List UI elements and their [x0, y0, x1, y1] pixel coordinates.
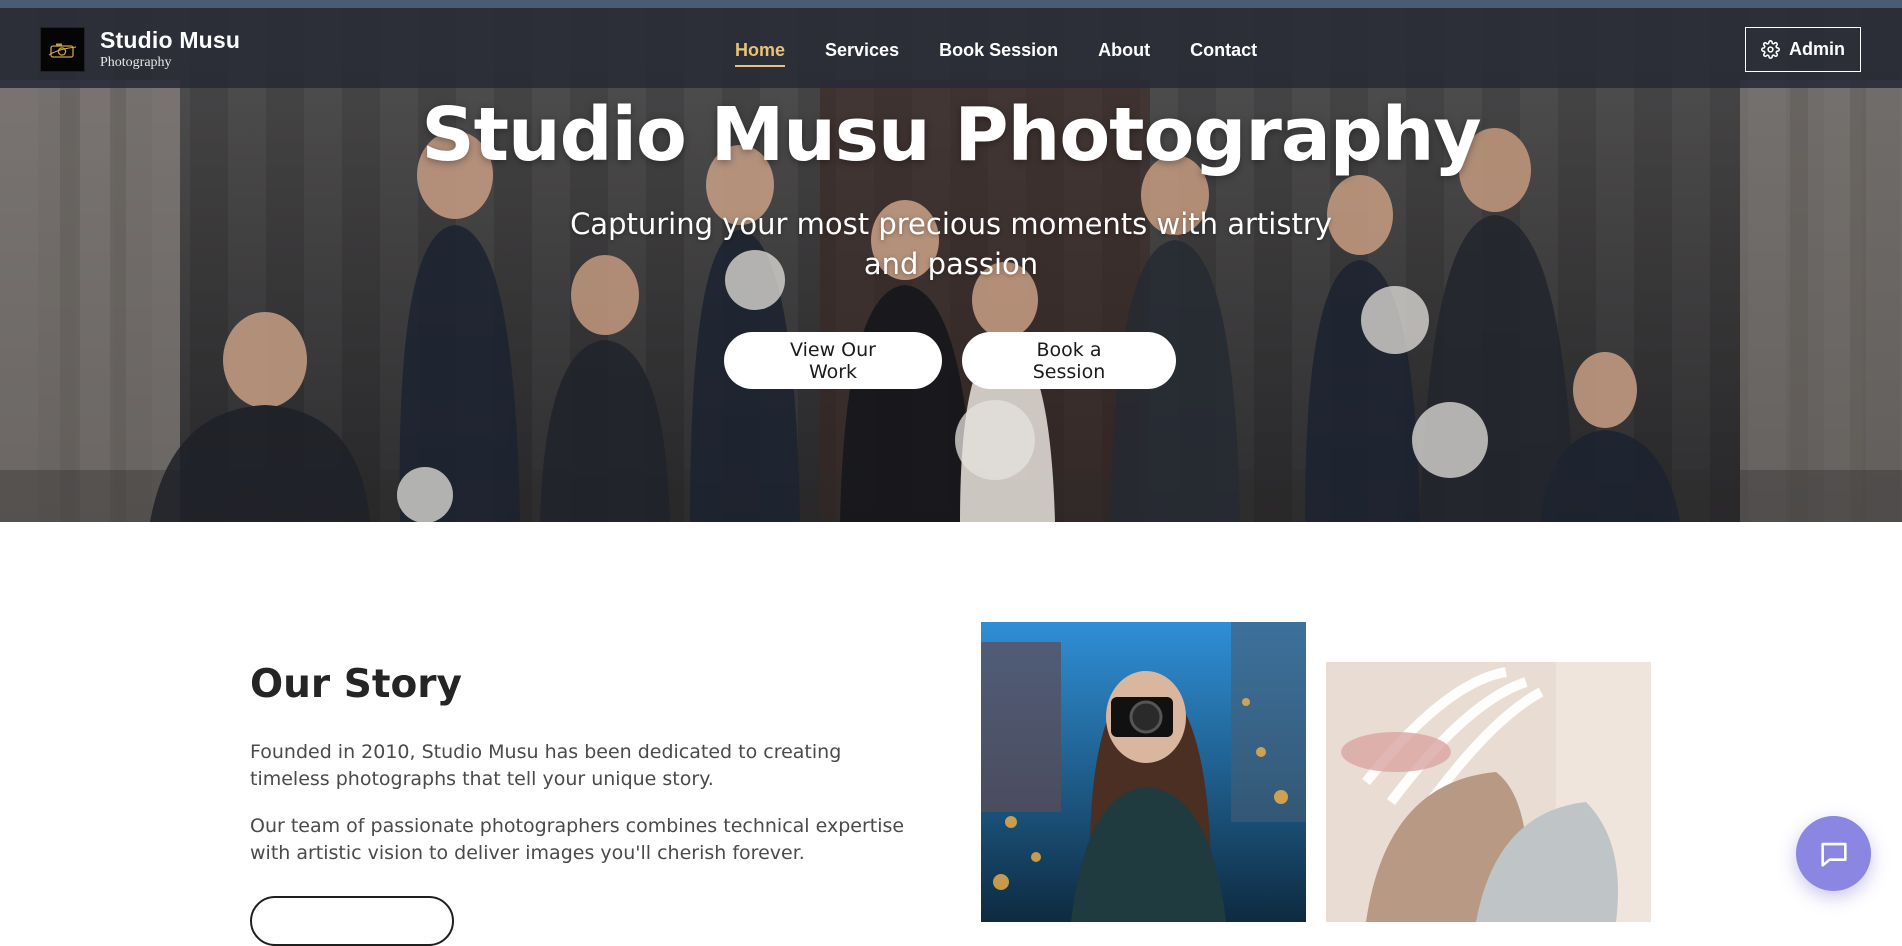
nav-home[interactable]: Home	[735, 40, 786, 67]
story-paragraph-1: Founded in 2010, Studio Musu has been de…	[250, 741, 842, 790]
photographer-image	[981, 622, 1306, 922]
nav-about[interactable]: About	[1098, 40, 1150, 67]
hero-buttons: View Our Work Book a Session	[724, 332, 1176, 389]
view-our-work-button[interactable]: View Our Work	[724, 332, 942, 389]
hero-subtitle: Capturing your most precious moments wit…	[570, 207, 1332, 281]
hangers-photo	[1326, 662, 1651, 922]
nav-contact[interactable]: Contact	[1190, 40, 1257, 67]
brand-name: Studio Musu	[100, 27, 241, 53]
main-nav: Home Services Book Session About Contact	[735, 40, 1257, 67]
gear-icon	[1761, 40, 1780, 59]
brand-text: Studio Musu Photography	[100, 29, 240, 70]
brand-subtitle: Photography	[100, 55, 172, 70]
story-title: Our Story	[250, 662, 462, 707]
story-paragraph-2: Our team of passionate photographers com…	[250, 815, 905, 864]
navbar: Studio Musu Photography Home Services Bo…	[0, 8, 1902, 88]
admin-button[interactable]: Admin	[1745, 27, 1861, 72]
nav-services[interactable]: Services	[825, 40, 899, 67]
hero-title: Studio Musu Photography	[421, 92, 1481, 178]
chat-button[interactable]	[1796, 816, 1871, 891]
nav-book-session[interactable]: Book Session	[939, 40, 1058, 67]
book-a-session-button[interactable]: Book a Session	[962, 332, 1176, 389]
clothing-hangers-image	[1326, 662, 1651, 922]
photographer-photo	[981, 622, 1306, 922]
browser-top-strip	[0, 0, 1902, 8]
brand-logo	[40, 27, 85, 72]
admin-label: Admin	[1789, 39, 1845, 59]
story-cta-button[interactable]	[250, 896, 454, 946]
brand[interactable]: Studio Musu Photography	[40, 27, 240, 72]
camera-logo-icon	[48, 43, 76, 58]
chat-bubble-icon	[1820, 842, 1847, 867]
